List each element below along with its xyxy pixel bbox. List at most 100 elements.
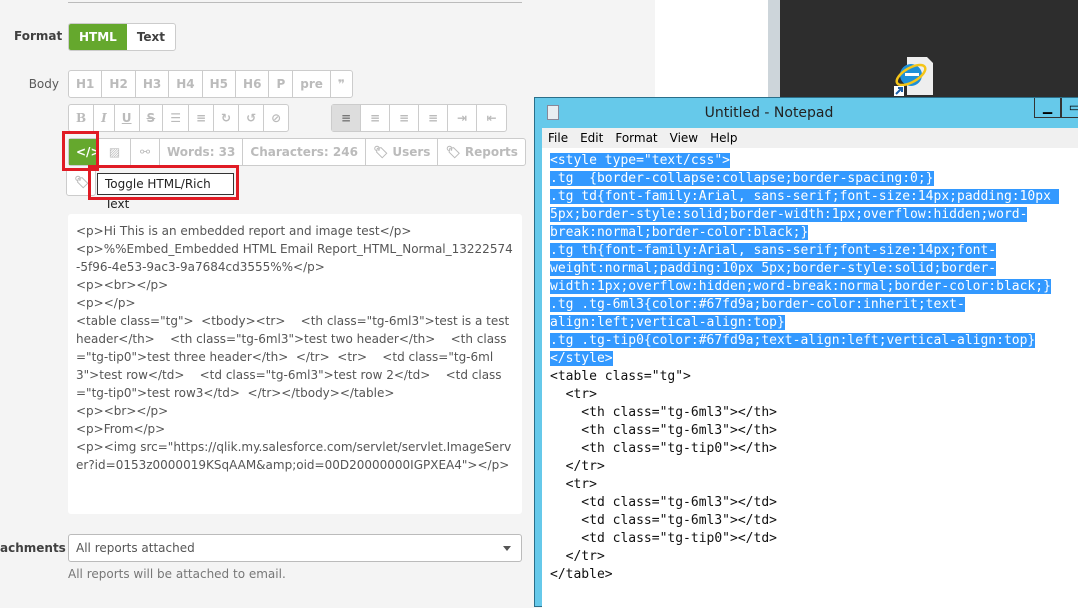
bullet-list-icon[interactable]: ☰ (163, 105, 189, 131)
format-html-button[interactable]: HTML (69, 24, 127, 50)
line-text: .tg {border-collapse:collapse;border-spa… (550, 171, 934, 186)
underline-button[interactable]: U (115, 105, 140, 131)
image-icon[interactable]: ▨ (99, 139, 131, 165)
format-toggle[interactable]: HTML Text (68, 23, 177, 51)
selected-text-line: .tg .tg-6ml3{color:#67fd9a;border-color:… (550, 296, 1078, 314)
selected-text-line: align:left;vertical-align:top} (550, 314, 1078, 332)
editor-line: <p><br></p> (76, 278, 169, 292)
notepad-window: Untitled - Notepad ▁ ▭ File Edit Format V… (534, 97, 1078, 608)
minimize-button[interactable]: ▁ (1034, 98, 1061, 118)
line-text: align:left;vertical-align:top} (550, 315, 785, 330)
redo-icon[interactable]: ↻ (214, 105, 240, 131)
selected-text-line: </style> (550, 350, 1078, 368)
align-center-icon[interactable]: ≡ (361, 105, 390, 131)
character-count: Characters: 246 (243, 139, 366, 165)
strikethrough-button[interactable]: S (140, 105, 164, 131)
line-text: width:1px;overflow:hidden;word-break:nor… (550, 279, 1051, 294)
reports-tag-button[interactable]: 🏷 Reports (438, 139, 524, 165)
editor-line: <table class="tg"> <tbody><tr> <th class… (76, 314, 514, 400)
align-left-icon[interactable]: ≡ (332, 105, 361, 131)
maximize-button[interactable]: ▭ (1061, 98, 1078, 118)
justify-icon[interactable]: ≡ (419, 105, 448, 131)
indent-icon[interactable]: ⇥ (448, 105, 477, 131)
selected-text-line: .tg th{font-family:Arial, sans-serif;fon… (550, 242, 1078, 260)
text-line: <tr> (550, 477, 597, 492)
text-line: </tr> (550, 459, 605, 474)
line-text: <style type="text/css"> (550, 153, 731, 168)
pre-button[interactable]: pre (293, 71, 331, 97)
link-icon[interactable]: ⚯ (131, 139, 160, 165)
attachments-hint: All reports will be attached to email. (68, 567, 286, 581)
editor-line: <p></p> (76, 296, 136, 310)
attachments-select[interactable]: All reports attached (68, 534, 522, 562)
menu-help[interactable]: Help (704, 128, 743, 148)
tag-icon: 🏷 (445, 145, 465, 159)
attachments-label: achments (0, 541, 66, 555)
editor-line: <p>%%Embed_Embedded HTML Email Report_HT… (76, 242, 513, 274)
align-right-icon[interactable]: ≡ (390, 105, 419, 131)
format-text-button[interactable]: Text (127, 24, 175, 50)
line-text: .tg .tg-tip0{color:#67fd9a;text-align:le… (550, 333, 1036, 348)
h1-button[interactable]: H1 (69, 71, 103, 97)
line-text: weight:normal;padding:10px 5px;border-st… (550, 261, 997, 276)
menu-bar: File Edit Format View Help (542, 128, 1078, 148)
selected-text-line: .tg .tg-tip0{color:#67fd9a;text-align:le… (550, 332, 1078, 350)
h4-button[interactable]: H4 (169, 71, 203, 97)
word-count: Words: 33 (160, 139, 244, 165)
line-text: </style> (550, 351, 613, 366)
format-toolbar: B I U S ☰ ≡ ↻ ↺ ⊘ (68, 104, 290, 132)
menu-file[interactable]: File (542, 128, 574, 148)
text-line: <tr> (550, 387, 597, 402)
text-line: <td class="tg-6ml3"></td> (550, 513, 777, 528)
text-line: </table> (550, 567, 613, 582)
insert-toolbar: </> ▨ ⚯ Words: 33 Characters: 246 🏷 User… (68, 138, 526, 166)
window-title: Untitled - Notepad (704, 105, 834, 121)
internet-explorer-icon[interactable] (893, 55, 935, 97)
tag-icon: 🏷 (372, 145, 393, 159)
notepad-text-area[interactable]: <style type="text/css"> .tg {border-colla… (542, 148, 1078, 608)
selected-text-line: <style type="text/css"> (550, 152, 1078, 170)
attachments-value: All reports attached (76, 541, 195, 555)
h3-button[interactable]: H3 (136, 71, 170, 97)
numbered-list-icon[interactable]: ≡ (189, 105, 215, 131)
text-line: <td class="tg-tip0"></td> (550, 531, 777, 546)
line-text: .tg th{font-family:Arial, sans-serif;fon… (550, 243, 997, 258)
line-text: .tg td{font-family:Arial, sans-serif;fon… (550, 189, 1059, 204)
h2-button[interactable]: H2 (102, 71, 136, 97)
users-tag-button[interactable]: 🏷 Users (366, 139, 439, 165)
editor-line: <p><img src="https://qlik.my.salesforce.… (76, 440, 512, 472)
text-line: </tr> (550, 549, 605, 564)
selected-text-line: .tg td{font-family:Arial, sans-serif;fon… (550, 188, 1078, 206)
text-line: <th class="tg-tip0"></th> (550, 441, 777, 456)
divider (68, 0, 522, 3)
h5-button[interactable]: H5 (203, 71, 237, 97)
selected-text-line: width:1px;overflow:hidden;word-break:nor… (550, 278, 1078, 296)
quote-icon[interactable]: ❞ (331, 71, 352, 97)
undo-icon[interactable]: ↺ (239, 105, 265, 131)
text-line: <table class="tg"> (550, 369, 691, 384)
line-text: 5px;border-style:solid;border-width:1px;… (550, 207, 1028, 222)
editor-line: <p><br></p> (76, 404, 169, 418)
italic-button[interactable]: I (94, 105, 115, 131)
text-line: <th class="tg-6ml3"></th> (550, 405, 777, 420)
menu-format[interactable]: Format (609, 128, 663, 148)
bold-button[interactable]: B (69, 105, 95, 131)
h6-button[interactable]: H6 (236, 71, 270, 97)
align-toolbar: ≡ ≡ ≡ ≡ ⇥ ⇤ (331, 104, 507, 132)
highlight-box (88, 165, 239, 200)
clear-format-icon[interactable]: ⊘ (264, 105, 288, 131)
text-line: <td class="tg-6ml3"></td> (550, 495, 777, 510)
heading-toolbar: H1 H2 H3 H4 H5 H6 P pre ❞ (68, 70, 353, 98)
line-text: break:normal;border-color:black;} (550, 225, 809, 240)
body-editor[interactable]: <p>Hi This is an embedded report and ima… (68, 214, 522, 514)
editor-line: <p>Hi This is an embedded report and ima… (76, 224, 412, 238)
menu-view[interactable]: View (664, 128, 704, 148)
selected-text-line: break:normal;border-color:black;} (550, 224, 1078, 242)
outdent-icon[interactable]: ⇤ (477, 105, 506, 131)
menu-edit[interactable]: Edit (574, 128, 609, 148)
paragraph-button[interactable]: P (269, 71, 294, 97)
editor-line: <p>From</p> (76, 422, 166, 436)
selected-text-line: weight:normal;padding:10px 5px;border-st… (550, 260, 1078, 278)
format-label: Format (14, 29, 63, 43)
selected-text-line: .tg {border-collapse:collapse;border-spa… (550, 170, 1078, 188)
